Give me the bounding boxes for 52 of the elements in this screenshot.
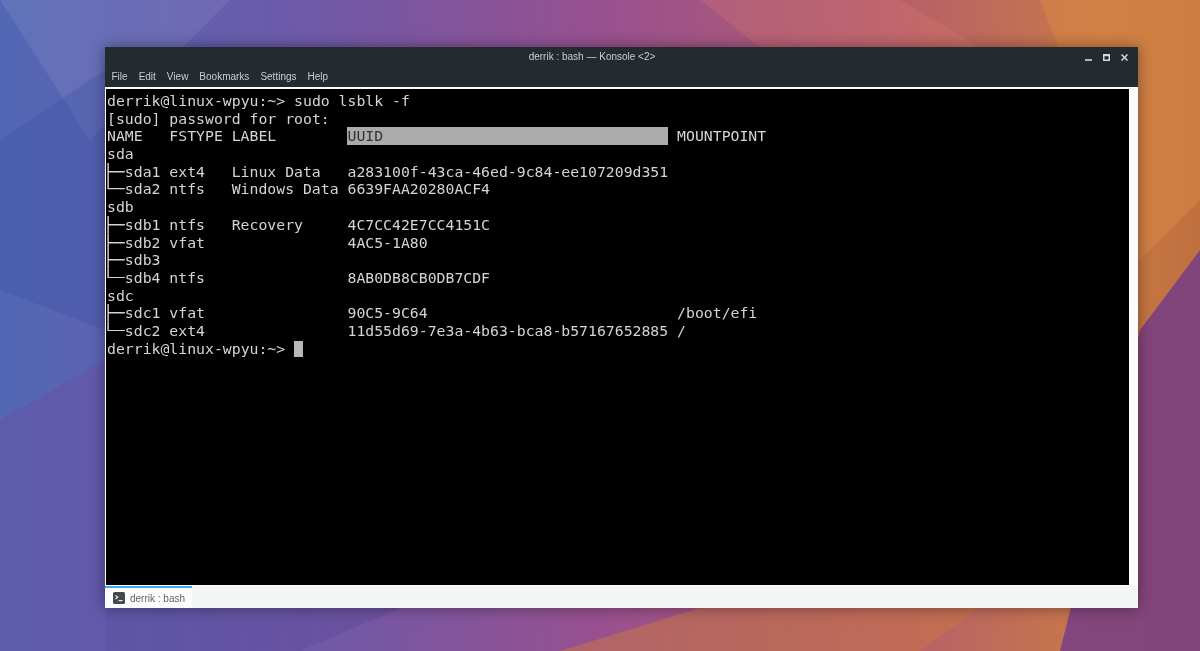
menu-item[interactable]: File	[106, 69, 134, 85]
partition-uuid: 4AC5-1A80	[347, 233, 428, 252]
terminal-line: [sudo] password for root:	[107, 109, 330, 128]
menu-item[interactable]: Help	[302, 69, 334, 85]
column-header: LABEL	[231, 127, 277, 146]
terminal-tab[interactable]: derrik : bash	[105, 586, 192, 608]
shell-prompt: derrik@linux-wpyu:~>	[107, 339, 286, 358]
column-header: FSTYPE	[169, 127, 223, 146]
menu-item[interactable]: Settings	[254, 69, 302, 85]
filesystem-type: ntfs	[169, 180, 205, 199]
partition-uuid: 4C7CC42E7CC4151C	[347, 215, 491, 234]
filesystem-type: ext4	[169, 321, 205, 340]
terminal-line: derrik@linux-wpyu:~> sudo lsblk -f	[107, 92, 410, 110]
partition-uuid: 6639FAA20280ACF4	[347, 180, 491, 199]
column-header: NAME	[107, 127, 143, 146]
tree-branch-icon	[107, 215, 125, 234]
filesystem-type: vfat	[169, 233, 205, 252]
partition-uuid: a283100f-43ca-46ed-9c84-ee107209d351	[347, 162, 669, 181]
close-icon	[1120, 53, 1128, 61]
device-name: sdb2	[124, 233, 161, 252]
partition-label: Recovery	[231, 215, 303, 234]
filesystem-type: vfat	[169, 304, 205, 322]
device-name: sda2	[124, 180, 161, 199]
filesystem-type: ntfs	[169, 215, 205, 234]
mount-point: /boot/efi	[677, 304, 758, 322]
filesystem-type: ext4	[169, 162, 205, 181]
device-name: sdc	[107, 286, 134, 305]
column-header: UUID	[347, 127, 669, 146]
partition-label: Linux Data	[231, 162, 321, 181]
maximize-icon	[1102, 53, 1110, 61]
terminal-icon	[113, 592, 125, 604]
device-name: sda1	[124, 162, 161, 181]
device-name: sdc2	[124, 321, 161, 340]
partition-uuid: 90C5-9C64	[347, 304, 428, 322]
filesystem-type: ntfs	[169, 268, 205, 287]
partition-uuid: 8AB0DB8CB0DB7CDF	[347, 268, 491, 287]
menu-item[interactable]: View	[161, 69, 194, 85]
device-name: sda	[107, 145, 134, 163]
device-name: sdb3	[124, 251, 161, 269]
partition-uuid: 11d55d69-7e3a-4b63-bca8-b57167652885	[347, 321, 669, 340]
device-name: sdb4	[124, 268, 161, 287]
tree-branch-icon	[107, 233, 125, 252]
mount-point: /	[677, 321, 686, 340]
device-name: sdb1	[124, 215, 161, 234]
window-title: derrik : bash — Konsole <2>	[528, 51, 656, 63]
menu-item[interactable]: Edit	[133, 69, 162, 85]
column-header: MOUNTPOINT	[677, 127, 767, 146]
device-name: sdc1	[124, 304, 161, 322]
device-name: sdb	[107, 198, 134, 216]
partition-label: Windows Data	[231, 180, 339, 199]
menu-item[interactable]: Bookmarks	[193, 69, 255, 85]
minimize-icon	[1084, 59, 1092, 61]
